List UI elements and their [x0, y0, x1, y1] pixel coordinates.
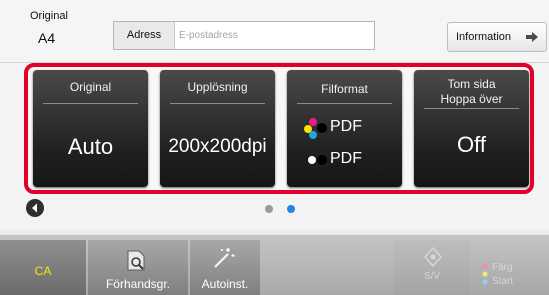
- format-bw-value: PDF: [330, 150, 362, 167]
- scan-to-email-screen: Original A4 Adress Information Original …: [0, 0, 549, 295]
- page-indicator-1[interactable]: [265, 205, 273, 213]
- tile-resolution-title: Upplösning: [187, 80, 248, 94]
- auto-set-label: Autoinst.: [201, 277, 249, 291]
- tile-divider: [170, 103, 265, 104]
- preview-label: Förhandsgr.: [105, 277, 171, 291]
- tile-blank-page-title-2: Hoppa över: [440, 92, 503, 106]
- information-label: Information: [456, 31, 512, 43]
- bw-start-button[interactable]: S/V: [394, 240, 470, 295]
- tile-file-format[interactable]: Filformat PDF PDF: [287, 70, 402, 187]
- format-bw-row: PDF: [287, 149, 402, 171]
- auto-set-button[interactable]: Autoinst.: [190, 240, 260, 295]
- chevron-left-icon: [32, 203, 37, 213]
- color-start-button[interactable]: Färg Start: [472, 240, 549, 295]
- color-start-label-1: Färg: [492, 262, 513, 273]
- information-button[interactable]: Information: [447, 22, 547, 52]
- original-size: A4: [38, 30, 56, 46]
- format-color-row: PDF: [287, 117, 402, 139]
- tile-divider: [424, 108, 519, 109]
- format-color-value: PDF: [330, 118, 362, 135]
- tile-blank-page-skip[interactable]: Tom sida Hoppa över Off: [414, 70, 529, 187]
- tile-original-value: Auto: [67, 134, 114, 159]
- magic-wand-icon: [214, 248, 235, 268]
- arrow-right-icon: [526, 32, 538, 42]
- tile-divider: [43, 103, 138, 104]
- tile-resolution[interactable]: Upplösning 200x200dpi: [160, 70, 275, 187]
- email-address-input[interactable]: [176, 24, 376, 46]
- tile-divider: [297, 103, 392, 104]
- page-indicator-2[interactable]: [287, 205, 295, 213]
- preview-button[interactable]: Förhandsgr.: [88, 240, 188, 295]
- top-bar: Original A4 Adress Information: [0, 0, 549, 63]
- color-dots-icon: [482, 263, 488, 285]
- scroll-left-button[interactable]: [26, 199, 44, 217]
- tile-file-format-title: Filformat: [321, 82, 368, 96]
- address-field[interactable]: Adress: [113, 21, 376, 50]
- magnifier-document-icon: [127, 250, 145, 271]
- tile-blank-page-title-1: Tom sida: [447, 77, 496, 91]
- bw-dots-icon: [308, 155, 327, 165]
- diamond-start-icon: [424, 247, 442, 267]
- clear-all-button[interactable]: CA: [0, 240, 86, 295]
- tile-original-title: Original: [69, 80, 112, 94]
- original-label: Original: [30, 10, 68, 22]
- color-dots-icon: [304, 118, 327, 139]
- clear-all-label: CA: [34, 264, 52, 278]
- tile-resolution-value: 200x200dpi: [168, 136, 267, 157]
- tile-original[interactable]: Original Auto: [33, 70, 148, 187]
- address-label: Adress: [114, 22, 175, 49]
- color-start-label-2: Start: [492, 276, 514, 287]
- bw-start-label: S/V: [423, 271, 441, 282]
- tile-blank-page-value: Off: [457, 132, 486, 157]
